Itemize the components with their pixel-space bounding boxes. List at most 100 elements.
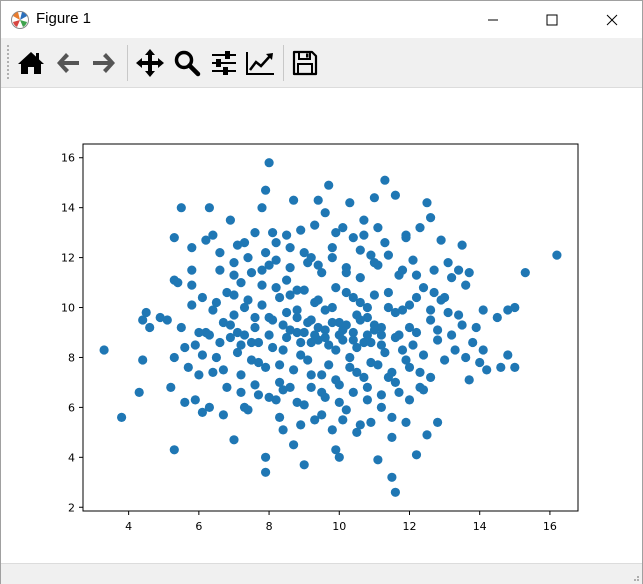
data-point — [373, 223, 383, 233]
data-point — [552, 250, 562, 260]
data-point — [369, 193, 379, 203]
data-point — [320, 392, 330, 402]
minimize-button[interactable] — [470, 1, 516, 38]
data-point — [334, 452, 344, 462]
data-point — [397, 345, 408, 355]
data-point — [303, 355, 313, 365]
toolbar-separator — [283, 45, 284, 81]
data-point — [225, 332, 235, 343]
y-tick-label: 12 — [61, 252, 75, 265]
data-point — [327, 243, 337, 253]
data-point — [268, 228, 278, 238]
data-point — [418, 283, 429, 293]
data-point — [134, 387, 144, 397]
data-point — [447, 273, 457, 283]
data-point — [236, 278, 246, 288]
data-point — [169, 445, 179, 455]
data-point — [324, 360, 334, 370]
data-point — [471, 322, 481, 333]
data-point — [117, 412, 127, 422]
x-tick-label: 12 — [402, 520, 416, 533]
title-bar[interactable]: Figure 1 — [1, 1, 642, 38]
data-point — [313, 195, 323, 205]
data-point — [246, 355, 257, 365]
data-point — [331, 283, 341, 293]
data-point — [478, 345, 488, 355]
zoom-button[interactable] — [171, 47, 203, 79]
toolbar-grip[interactable] — [6, 44, 10, 81]
data-point — [285, 263, 295, 273]
back-button[interactable] — [52, 47, 84, 79]
data-point — [271, 238, 281, 248]
data-point — [320, 332, 330, 343]
data-point — [387, 412, 397, 422]
data-point — [229, 270, 239, 280]
data-point — [292, 397, 302, 407]
data-point — [204, 330, 214, 340]
data-point — [282, 275, 292, 285]
data-point — [289, 440, 299, 450]
data-point — [289, 365, 299, 375]
data-point — [373, 455, 383, 465]
data-point — [211, 352, 221, 363]
axes-frame — [82, 143, 579, 512]
data-point — [345, 352, 355, 363]
data-point — [352, 427, 362, 437]
scatter-plot[interactable]: 4 6 8 10 12 14 16 2 4 6 8 10 12 14 16 — [1, 88, 642, 563]
matplotlib-logo-icon — [11, 11, 29, 29]
data-point — [369, 258, 379, 268]
data-point — [299, 327, 309, 338]
data-point — [404, 395, 415, 405]
data-point — [341, 268, 351, 278]
data-point — [215, 248, 225, 258]
minimize-icon — [488, 19, 498, 20]
data-point — [475, 357, 485, 368]
data-point — [187, 280, 197, 290]
data-point — [285, 325, 295, 335]
data-point — [436, 235, 446, 245]
data-point — [275, 360, 285, 370]
data-point — [348, 335, 358, 345]
data-point — [236, 370, 246, 380]
data-point — [194, 370, 204, 380]
data-point — [299, 285, 309, 295]
data-point — [461, 280, 471, 290]
edit-axis-button[interactable] — [244, 47, 276, 79]
data-point — [183, 362, 193, 372]
y-tick-label: 6 — [68, 401, 75, 414]
close-button[interactable] — [589, 1, 635, 38]
data-point — [278, 385, 288, 395]
data-point — [232, 347, 243, 358]
data-point — [397, 305, 408, 315]
maximize-button[interactable] — [529, 1, 575, 38]
figure-window: Figure 1 4 6 8 10 12 14 16 2 4 6 8 10 12… — [0, 0, 643, 584]
resize-grip-icon[interactable] — [630, 572, 640, 582]
data-point — [404, 322, 415, 333]
data-point — [394, 387, 404, 397]
data-point — [218, 365, 228, 375]
navigation-toolbar — [1, 38, 642, 88]
data-point — [327, 425, 337, 435]
data-point — [299, 248, 309, 258]
data-point — [271, 255, 281, 265]
configure-subplots-button[interactable] — [208, 47, 240, 79]
data-point — [376, 340, 386, 350]
data-point — [443, 258, 453, 268]
data-point — [387, 472, 397, 482]
forward-button[interactable] — [88, 47, 120, 79]
data-point — [313, 322, 323, 333]
data-point — [261, 362, 271, 372]
data-point — [418, 350, 429, 360]
home-button[interactable] — [15, 47, 47, 79]
save-button[interactable] — [289, 47, 321, 79]
data-point — [450, 345, 460, 355]
pan-button[interactable] — [134, 47, 166, 79]
data-point — [292, 312, 302, 323]
data-point — [229, 435, 239, 445]
data-point — [99, 345, 109, 355]
data-point — [380, 175, 390, 185]
data-point — [296, 225, 306, 235]
figure-canvas[interactable]: 4 6 8 10 12 14 16 2 4 6 8 10 12 14 16 — [1, 88, 642, 563]
data-point — [285, 290, 295, 300]
data-point — [510, 362, 520, 372]
